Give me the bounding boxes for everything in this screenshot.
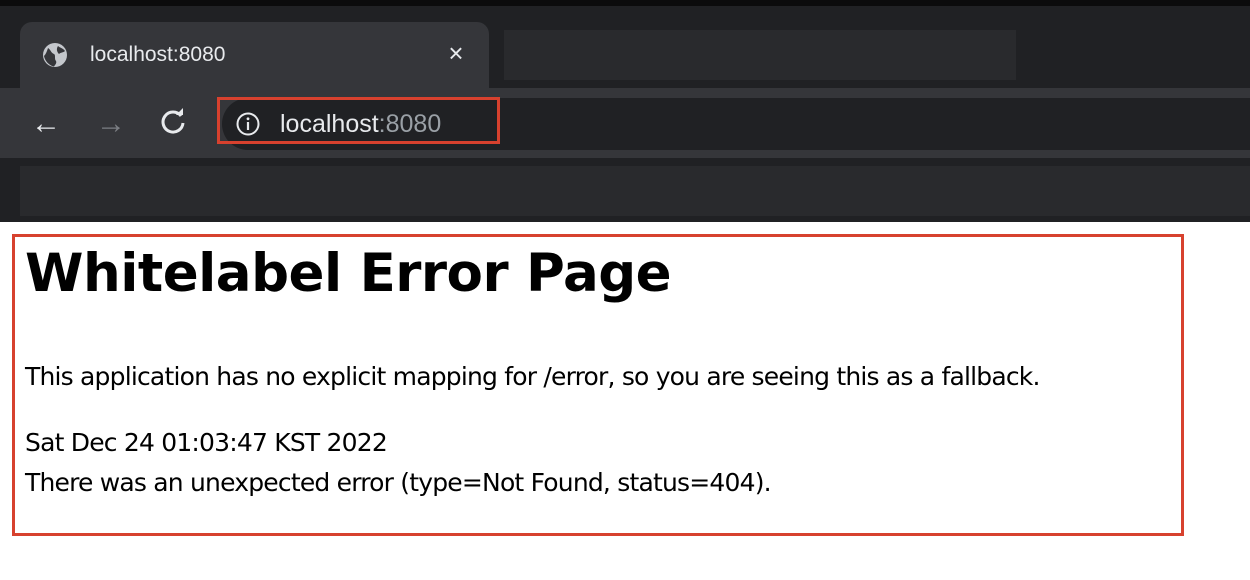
error-timestamp: Sat Dec 24 01:03:47 KST 2022 bbox=[25, 428, 388, 457]
browser-tab[interactable]: localhost:8080 × bbox=[20, 22, 489, 88]
close-icon[interactable]: × bbox=[443, 40, 469, 66]
tab-title: localhost:8080 bbox=[90, 43, 226, 66]
forward-arrow-icon[interactable]: → bbox=[95, 108, 127, 140]
tab-strip-empty bbox=[504, 30, 1016, 80]
back-arrow-icon[interactable]: ← bbox=[30, 108, 62, 140]
bookmark-bar bbox=[20, 166, 1250, 216]
reload-icon[interactable] bbox=[157, 106, 189, 138]
url-highlight-box bbox=[217, 97, 500, 144]
page-title: Whitelabel Error Page bbox=[25, 243, 672, 304]
globe-icon bbox=[42, 42, 68, 68]
browser-chrome: localhost:8080 × ← → localhost:8080 bbox=[0, 0, 1250, 222]
tab-strip-edge bbox=[0, 0, 1250, 6]
toolbar: ← → localhost:8080 bbox=[0, 88, 1250, 158]
error-message: This application has no explicit mapping… bbox=[25, 362, 1040, 391]
error-content-highlight: Whitelabel Error Page This application h… bbox=[12, 234, 1184, 536]
error-detail: There was an unexpected error (type=Not … bbox=[25, 468, 772, 497]
